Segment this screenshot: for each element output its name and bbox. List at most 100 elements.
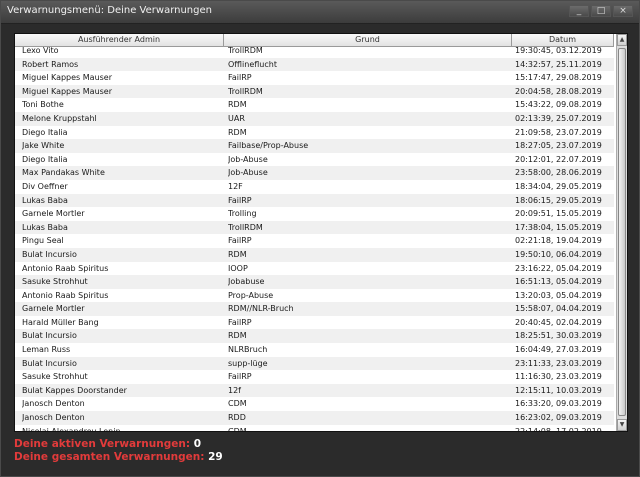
cell-admin: Antonio Raab Spiritus — [22, 290, 109, 300]
table-row[interactable]: Diego Italia RDM 21:09:58, 23.07.2019 — [15, 125, 614, 140]
active-warnings-count: 0 — [193, 438, 201, 450]
cell-admin: Bulat Incursio — [22, 249, 77, 259]
cell-reason: NLRBruch — [228, 345, 268, 355]
table-row[interactable]: Garnele Mortler Trolling 20:09:51, 15.05.2… — [15, 207, 614, 221]
cell-date: 20:12:01, 22.07.2019 — [515, 154, 602, 164]
table-row[interactable]: Janosch Denton RDD 16:23:02, 09.03.2019 — [15, 411, 614, 425]
column-header-date[interactable]: Datum — [512, 34, 614, 46]
cell-reason: IOOP — [228, 263, 248, 273]
table-row[interactable]: Miguel Kappes Mauser FailRP 15:17:47, 29.0… — [15, 71, 614, 85]
cell-admin: Garnele Mortler — [22, 209, 85, 219]
cell-date: 22:14:08, 17.02.2019 — [515, 425, 611, 431]
minimize-button[interactable]: _ — [569, 5, 589, 17]
scroll-down-arrow-icon[interactable]: ▼ — [617, 419, 627, 431]
cell-admin: Lukas Baba — [22, 222, 68, 232]
cell-admin: Garnele Mortler — [22, 304, 85, 314]
warnings-table: Lexo Vito TrollRDM 19:30:45, 03.12.2019 Rob… — [14, 33, 628, 432]
scrollbar-thumb[interactable] — [618, 48, 626, 416]
column-header-admin[interactable]: Ausführender Admin — [15, 34, 224, 46]
table-row[interactable]: Diego Italia Job-Abuse 20:12:01, 22.07.201… — [15, 152, 614, 167]
cell-date: 16:51:13, 05.04.2019 — [515, 277, 602, 287]
table-row[interactable]: Div Oeffner 12F 18:34:04, 29.05.2019 — [15, 179, 614, 194]
total-warnings-line: Deine gesamten Verwarnungen: 29 — [14, 451, 223, 464]
table-row[interactable]: Bulat Incursio supp-lüge 23:11:33, 23.03.2… — [15, 356, 614, 371]
cell-reason: RDM — [228, 127, 247, 137]
table-row[interactable]: Bulat Kappes Doorstander 12f 12:15:11, 10.… — [15, 383, 614, 398]
cell-reason: FailRP — [228, 195, 252, 205]
cell-reason: RDM — [228, 100, 247, 110]
cell-admin: Jake White — [22, 141, 65, 151]
scroll-up-arrow-icon[interactable]: ▲ — [617, 34, 627, 46]
cell-admin: Nicolai Alexandrov Lenin — [22, 425, 220, 431]
cell-admin: Bulat Incursio — [22, 358, 77, 368]
cell-reason: TrollRDM — [228, 86, 263, 96]
cell-date: 20:40:45, 02.04.2019 — [515, 317, 602, 327]
cell-admin: Diego Italia — [22, 154, 68, 164]
cell-date: 20:09:51, 15.05.2019 — [515, 209, 602, 219]
cell-reason: RDM — [228, 331, 247, 341]
maximize-button[interactable]: □ — [591, 5, 611, 17]
table-header: Ausführender Admin Grund Datum — [15, 34, 614, 47]
cell-admin: Antonio Raab Spiritus — [22, 263, 109, 273]
vertical-scrollbar[interactable]: ▲ ▼ — [616, 34, 627, 431]
cell-admin: Janosch Denton — [22, 399, 85, 409]
cell-admin: Sasuke Strohhut — [22, 277, 88, 287]
cell-reason: Job-Abuse — [228, 154, 268, 164]
cell-reason: Failbase/Prop-Abuse — [228, 141, 309, 151]
table-row[interactable]: Leman Russ NLRBruch 16:04:49, 27.03.2019 — [15, 343, 614, 357]
cell-date: 18:27:05, 23.07.2019 — [515, 141, 602, 151]
cell-date: 18:06:15, 29.05.2019 — [515, 195, 602, 205]
title-bar[interactable]: Verwarnungsmenü: Deine Verwarnungen _ □ … — [1, 1, 639, 24]
cell-admin: Melone Kruppstahl — [22, 113, 97, 123]
cell-reason: Prop-Abuse — [228, 290, 274, 300]
table-row[interactable]: Pingu Seal FailRP 02:21:18, 19.04.2019 — [15, 234, 614, 248]
column-header-reason[interactable]: Grund — [224, 34, 512, 46]
table-row[interactable]: Garnele Mortler RDM//NLR-Bruch 15:58:07, 0… — [15, 302, 614, 316]
cell-reason: FailRP — [228, 372, 252, 382]
cell-reason: 12F — [228, 181, 243, 191]
table-row[interactable]: Sasuke Strohhut Jobabuse 16:51:13, 05.04.2… — [15, 275, 614, 289]
table-row[interactable]: Janosch Denton CDM 16:33:20, 09.03.2019 — [15, 397, 614, 412]
cell-reason: supp-lüge — [228, 358, 268, 368]
cell-reason: FailRP — [228, 73, 252, 83]
cell-admin: Diego Italia — [22, 127, 68, 137]
table-row[interactable]: Sasuke Strohhut FailRP 11:16:30, 23.03.201… — [15, 370, 614, 384]
table-row[interactable]: Lukas Baba TrollRDM 17:38:04, 15.05.2019 — [15, 220, 614, 235]
table-row[interactable]: Miguel Kappes Mauser TrollRDM 20:04:58, 28… — [15, 84, 614, 99]
cell-date: 23:11:33, 23.03.2019 — [515, 358, 602, 368]
table-row[interactable]: Jake White Failbase/Prop-Abuse 18:27:05, 2… — [15, 139, 614, 153]
cell-reason: RDM — [228, 249, 247, 259]
table-row[interactable]: Lukas Baba FailRP 18:06:15, 29.05.2019 — [15, 193, 614, 208]
table-row[interactable]: Bulat Incursio RDM 19:50:10, 06.04.2019 — [15, 247, 614, 262]
cell-reason: CDM — [228, 399, 247, 409]
cell-admin: Harald Müller Bang — [22, 317, 99, 327]
table-row[interactable]: Antonio Raab Spiritus IOOP 23:16:22, 05.04… — [15, 261, 614, 276]
close-button[interactable]: × — [613, 5, 633, 17]
table-row[interactable]: Robert Ramos Offlineflucht 14:32:57, 25.11… — [15, 57, 614, 72]
cell-admin: Bulat Kappes Doorstander — [22, 385, 127, 395]
cell-date: 02:21:18, 19.04.2019 — [515, 236, 602, 246]
cell-reason: FailRP — [228, 236, 252, 246]
cell-date: 13:20:03, 05.04.2019 — [515, 290, 602, 300]
table-row[interactable]: Nicolai Alexandrov Lenin CDM 22:14:08, 17.… — [15, 424, 614, 431]
cell-admin: Toni Bothe — [22, 100, 64, 110]
window-title: Verwarnungsmenü: Deine Verwarnungen — [7, 5, 212, 16]
cell-date: 14:32:57, 25.11.2019 — [515, 59, 602, 69]
cell-date: 12:15:11, 10.03.2019 — [515, 385, 602, 395]
table-row[interactable]: Max Pandakas White Job-Abuse 23:58:00, 28.… — [15, 166, 614, 180]
cell-date: 17:38:04, 15.05.2019 — [515, 222, 602, 232]
table-row[interactable]: Bulat Incursio RDM 18:25:51, 30.03.2019 — [15, 329, 614, 344]
cell-reason: RDD — [228, 413, 246, 423]
cell-date: 15:43:22, 09.08.2019 — [515, 100, 602, 110]
cell-reason: Offlineflucht — [228, 59, 277, 69]
table-row[interactable]: Antonio Raab Spiritus Prop-Abuse 13:20:03,… — [15, 288, 614, 303]
cell-date: 23:16:22, 05.04.2019 — [515, 263, 602, 273]
cell-date: 18:25:51, 30.03.2019 — [515, 331, 602, 341]
cell-date: 15:58:07, 04.04.2019 — [515, 304, 602, 314]
cell-date: 15:17:47, 29.08.2019 — [515, 73, 602, 83]
table-row[interactable]: Toni Bothe RDM 15:43:22, 09.08.2019 — [15, 98, 614, 112]
total-warnings-count: 29 — [208, 451, 223, 463]
table-row[interactable]: Melone Kruppstahl UAR 02:13:39, 25.07.2019 — [15, 111, 614, 126]
active-warnings-line: Deine aktiven Verwarnungen: 0 — [14, 438, 223, 451]
table-row[interactable]: Harald Müller Bang FailRP 20:40:45, 02.04.… — [15, 315, 614, 330]
